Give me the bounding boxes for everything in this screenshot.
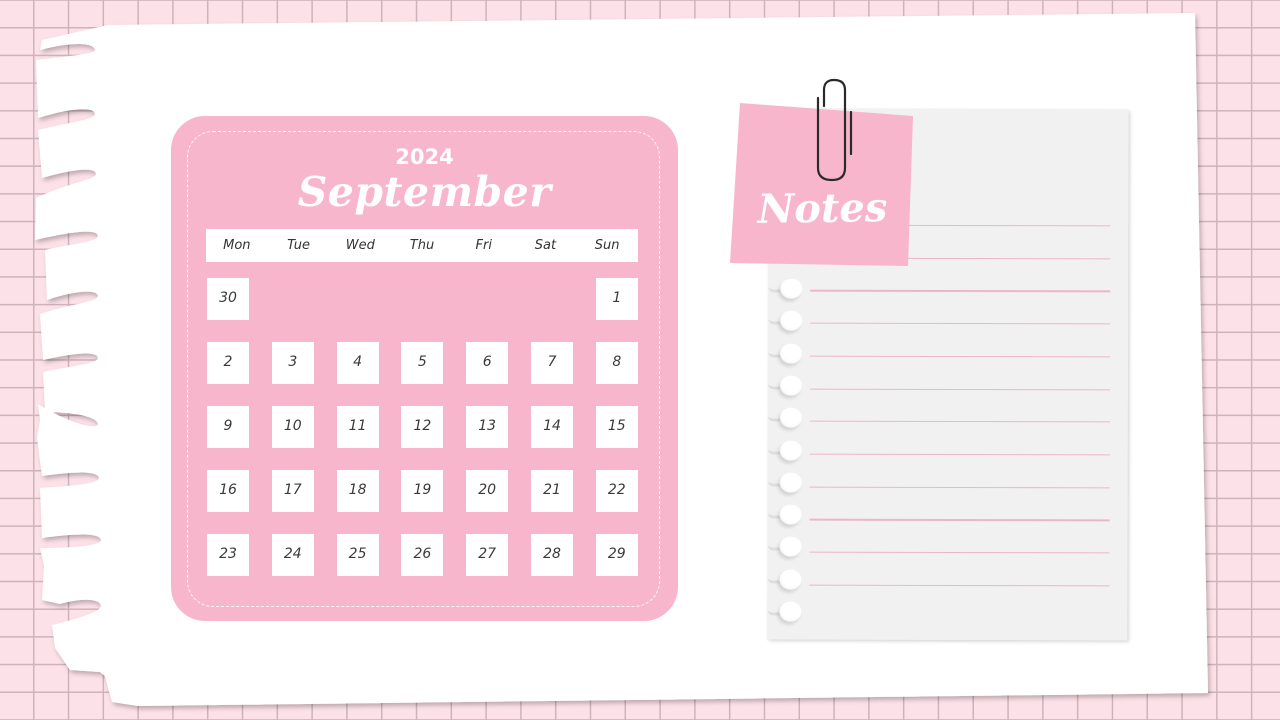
binder-ring-icon xyxy=(779,375,802,396)
day-cell[interactable]: 5 xyxy=(401,342,444,384)
weekday-fri: Fri xyxy=(475,238,492,253)
day-cell[interactable]: 24 xyxy=(271,534,314,576)
note-line[interactable] xyxy=(809,486,1110,489)
binder-ring-icon xyxy=(780,343,803,364)
paperclip-icon xyxy=(816,78,853,182)
note-line[interactable] xyxy=(809,518,1110,522)
notes-title: Notes xyxy=(757,184,888,233)
day-cell[interactable]: 8 xyxy=(595,342,638,384)
weekday-sat: Sat xyxy=(534,238,557,253)
day-cell[interactable]: 25 xyxy=(336,534,379,576)
calendar-year: 2024 xyxy=(395,145,454,169)
weekday-sun: Sun xyxy=(594,238,620,253)
day-cell[interactable]: 7 xyxy=(531,342,573,384)
binder-ring-icon xyxy=(779,504,802,525)
day-cell[interactable]: 27 xyxy=(466,534,509,576)
calendar-card: 2024 September Mon Tue Wed Thu Fri Sat S… xyxy=(171,116,678,621)
day-cell[interactable]: 19 xyxy=(401,470,444,512)
binder-ring-icon xyxy=(779,601,802,622)
weekday-tue: Tue xyxy=(287,238,311,253)
day-cell[interactable]: 23 xyxy=(207,534,249,576)
day-cell[interactable]: 2 xyxy=(207,342,249,384)
day-cell[interactable]: 30 xyxy=(207,278,249,320)
day-cell[interactable]: 17 xyxy=(271,470,314,512)
note-line[interactable] xyxy=(810,322,1111,325)
day-cell[interactable]: 16 xyxy=(207,470,249,512)
binder-ring-icon xyxy=(780,278,803,299)
note-line[interactable] xyxy=(809,551,1110,554)
binder-ring-icon xyxy=(779,440,802,461)
day-cell[interactable]: 28 xyxy=(531,534,573,576)
day-cell[interactable]: 11 xyxy=(336,406,379,448)
day-cell[interactable]: 10 xyxy=(271,406,314,448)
day-cell[interactable]: 6 xyxy=(466,342,509,384)
binder-ring-icon xyxy=(779,536,802,558)
day-cell[interactable]: 15 xyxy=(595,406,638,448)
day-cell[interactable]: 22 xyxy=(595,470,638,512)
day-cell[interactable]: 20 xyxy=(466,470,509,512)
calendar-month: September xyxy=(297,168,552,216)
note-line[interactable] xyxy=(810,355,1111,358)
binder-ring-icon xyxy=(779,472,802,493)
day-cell[interactable]: 12 xyxy=(401,406,444,448)
day-cell[interactable]: 14 xyxy=(531,406,573,448)
weekday-wed: Wed xyxy=(345,238,375,253)
day-cell[interactable]: 26 xyxy=(401,534,444,576)
binder-ring-icon xyxy=(779,569,802,590)
weekday-thu: Thu xyxy=(409,238,435,253)
note-line[interactable] xyxy=(809,388,1110,391)
day-cell[interactable]: 21 xyxy=(531,470,573,512)
day-cell[interactable]: 13 xyxy=(466,406,509,448)
weekday-mon: Mon xyxy=(223,238,251,253)
note-line[interactable] xyxy=(810,290,1111,293)
binder-ring-icon xyxy=(780,310,803,331)
day-cell[interactable]: 18 xyxy=(336,470,379,512)
day-cell[interactable]: 29 xyxy=(595,534,638,576)
day-cell[interactable]: 1 xyxy=(595,278,638,320)
note-line[interactable] xyxy=(809,420,1110,423)
day-cell[interactable]: 3 xyxy=(271,342,314,384)
days-grid: 30 1 2 3 4 5 6 7 8 9 10 11 12 13 14 15 16 17 18 19 20 21 22 23 2… xyxy=(207,278,639,578)
binder-ring-icon xyxy=(779,407,802,428)
day-cell[interactable]: 9 xyxy=(207,406,249,448)
weekday-header: Mon Tue Wed Thu Fri Sat Sun xyxy=(206,229,638,262)
day-cell[interactable]: 4 xyxy=(336,342,379,384)
note-line[interactable] xyxy=(809,453,1110,456)
note-line[interactable] xyxy=(809,584,1110,587)
